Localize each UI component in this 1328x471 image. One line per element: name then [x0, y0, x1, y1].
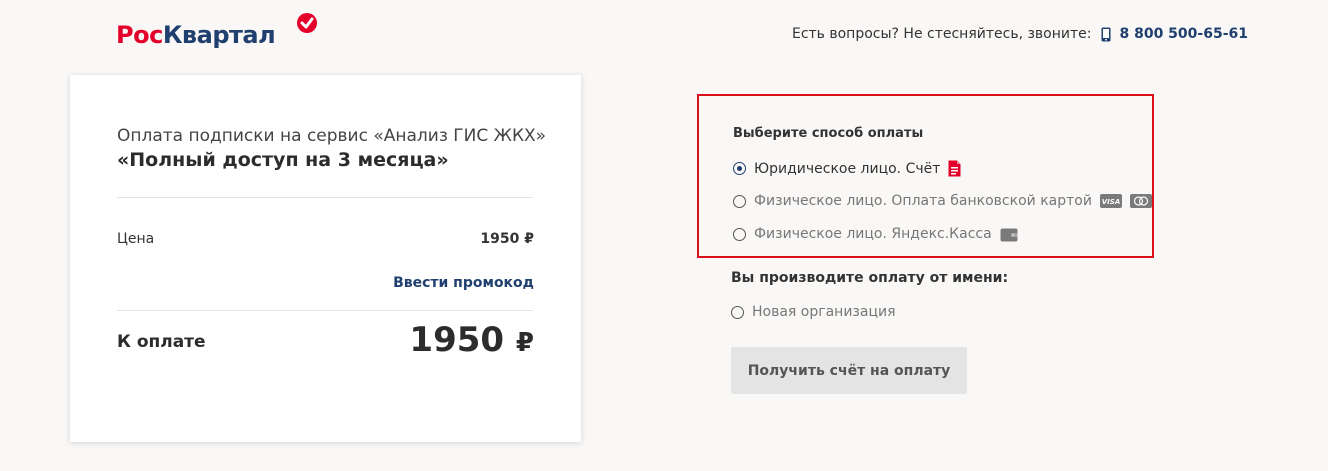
payment-option-invoice[interactable]: Юридическое лицо. Счёт [733, 160, 961, 177]
logo-text: РосКвартал [116, 21, 276, 49]
price-label: Цена [117, 231, 155, 247]
payment-option-card[interactable]: Физическое лицо. Оплата банковской карто… [733, 193, 1152, 209]
radio-unselected[interactable] [733, 194, 746, 208]
contact-info: Есть вопросы? Не стесняйтесь, звоните: 8… [792, 26, 1248, 42]
radio-unselected[interactable] [733, 227, 746, 241]
promo-code-link[interactable]: Ввести промокод [393, 275, 534, 291]
visa-icon: VISA [1099, 194, 1122, 208]
mastercard-icon [1129, 194, 1152, 208]
order-subtitle: Оплата подписки на сервис «Анализ ГИС ЖК… [117, 126, 547, 146]
radio-unselected[interactable] [731, 305, 744, 319]
payment-option-yandex[interactable]: Физическое лицо. Яндекс.Касса [733, 226, 1018, 242]
payment-option-label: Физическое лицо. Яндекс.Касса [754, 226, 992, 242]
get-invoice-button[interactable]: Получить счёт на оплату [731, 347, 967, 394]
total-label: К оплате [117, 332, 206, 352]
total-currency: ₽ [515, 328, 534, 358]
order-card: Оплата подписки на сервис «Анализ ГИС ЖК… [70, 75, 581, 442]
order-title: «Полный доступ на 3 месяца» [117, 149, 449, 171]
phone-number[interactable]: 8 800 500-65-61 [1119, 26, 1248, 42]
logo-part-kvartal: Квартал [162, 21, 276, 49]
divider [117, 310, 533, 311]
payment-option-label: Физическое лицо. Оплата банковской карто… [754, 193, 1092, 209]
payer-title: Вы производите оплату от имени: [731, 270, 1009, 286]
payer-option-new-org[interactable]: Новая организация [731, 304, 896, 320]
logo-check-icon [297, 13, 317, 33]
payment-option-label: Юридическое лицо. Счёт [754, 160, 941, 177]
wallet-icon [1000, 228, 1018, 241]
payment-method-box: Выберите способ оплаты Юридическое лицо.… [697, 94, 1154, 258]
logo-part-ros: Рос [116, 21, 163, 49]
total-value: 1950 ₽ [409, 320, 534, 360]
price-value: 1950 ₽ [480, 231, 534, 247]
total-amount: 1950 [409, 320, 505, 360]
radio-selected[interactable] [733, 162, 746, 175]
document-icon [948, 160, 961, 177]
svg-text:VISA: VISA [1102, 198, 1120, 206]
phone-icon [1101, 27, 1111, 41]
payment-method-title: Выберите способ оплаты [733, 126, 924, 141]
payer-option-label: Новая организация [752, 304, 896, 320]
divider [117, 197, 533, 198]
contact-text: Есть вопросы? Не стесняйтесь, звоните: [791, 26, 1092, 42]
